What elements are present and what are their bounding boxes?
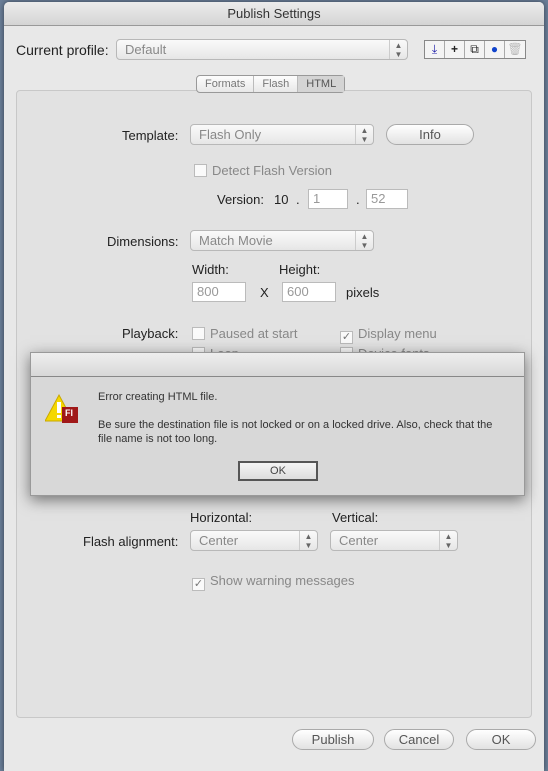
horizontal-label: Horizontal: bbox=[190, 510, 253, 525]
paused-checkbox[interactable]: Paused at start bbox=[192, 326, 297, 341]
current-profile-label: Current profile: bbox=[16, 42, 109, 58]
template-select[interactable]: Flash Only ▲ ▼ bbox=[190, 124, 374, 145]
warning-flash-icon: Fl bbox=[44, 393, 81, 427]
profile-select[interactable]: Default ▲ ▼ bbox=[116, 39, 408, 60]
tab-bar: Formats Flash HTML bbox=[196, 75, 346, 93]
import-export-icon[interactable]: ⤓ bbox=[425, 41, 445, 58]
height-field[interactable]: 600 bbox=[282, 282, 336, 302]
tab-flash[interactable]: Flash bbox=[254, 76, 299, 92]
vertical-label: Vertical: bbox=[332, 510, 379, 525]
trash-icon[interactable]: 🗑 bbox=[505, 41, 525, 58]
error-dialog: Fl Error creating HTML file. Be sure the… bbox=[30, 352, 525, 496]
by-label: X bbox=[260, 285, 269, 300]
detect-flash-label: Detect Flash Version bbox=[212, 163, 332, 178]
show-warnings-label: Show warning messages bbox=[210, 573, 355, 588]
info-button[interactable]: Info bbox=[386, 124, 474, 145]
template-value: Flash Only bbox=[199, 127, 262, 142]
stepper-arrows-icon: ▲ ▼ bbox=[355, 125, 373, 144]
width-field[interactable]: 800 bbox=[192, 282, 246, 302]
flash-badge-text: Fl bbox=[65, 408, 73, 418]
dimensions-select[interactable]: Match Movie ▲ ▼ bbox=[190, 230, 374, 251]
paused-label: Paused at start bbox=[210, 326, 298, 341]
playback-label: Playback: bbox=[122, 326, 179, 341]
publish-button[interactable]: Publish bbox=[292, 729, 374, 750]
dimensions-value: Match Movie bbox=[199, 233, 273, 248]
profile-toolbar: ⤓ + ⧉ ● 🗑 bbox=[424, 40, 526, 59]
display-menu-label: Display menu bbox=[358, 326, 437, 341]
dialog-titlebar bbox=[31, 353, 524, 377]
height-label: Height: bbox=[279, 262, 321, 277]
dot: . bbox=[356, 192, 360, 207]
show-warnings-checkbox[interactable]: ✓ Show warning messages bbox=[192, 573, 355, 591]
version-label: Version: bbox=[217, 192, 264, 207]
info-icon[interactable]: ● bbox=[485, 41, 505, 58]
stepper-arrows-icon: ▲ ▼ bbox=[439, 531, 457, 550]
vertical-value: Center bbox=[339, 533, 379, 548]
width-label: Width: bbox=[192, 262, 229, 277]
detect-flash-checkbox[interactable]: Detect Flash Version bbox=[194, 163, 332, 178]
dialog-message: Be sure the destination file is not lock… bbox=[98, 419, 493, 445]
display-menu-checkbox[interactable]: ✓ Display menu bbox=[340, 326, 437, 344]
flash-alignment-label: Flash alignment: bbox=[83, 534, 179, 549]
dimensions-label: Dimensions: bbox=[107, 234, 179, 249]
dialog-ok-button[interactable]: OK bbox=[238, 461, 318, 481]
window-title: Publish Settings bbox=[4, 2, 544, 26]
ok-button[interactable]: OK bbox=[466, 729, 536, 750]
horizontal-value: Center bbox=[199, 533, 239, 548]
dot: . bbox=[296, 192, 300, 207]
stepper-arrows-icon: ▲ ▼ bbox=[299, 531, 317, 550]
horizontal-alignment-select[interactable]: Center ▲ ▼ bbox=[190, 530, 318, 551]
stepper-arrows-icon: ▲ ▼ bbox=[389, 40, 407, 59]
pixels-label: pixels bbox=[346, 285, 380, 300]
duplicate-icon[interactable]: ⧉ bbox=[465, 41, 485, 58]
cancel-button[interactable]: Cancel bbox=[384, 729, 454, 750]
version-revision-field[interactable]: 52 bbox=[366, 189, 408, 209]
vertical-alignment-select[interactable]: Center ▲ ▼ bbox=[330, 530, 458, 551]
stepper-arrows-icon: ▲ ▼ bbox=[355, 231, 373, 250]
tab-formats[interactable]: Formats bbox=[197, 76, 255, 92]
dialog-title: Error creating HTML file. bbox=[98, 391, 218, 403]
version-major: 10 bbox=[274, 192, 289, 207]
add-icon[interactable]: + bbox=[445, 41, 465, 58]
template-label: Template: bbox=[122, 128, 179, 143]
tab-html[interactable]: HTML bbox=[298, 76, 345, 92]
version-minor-field[interactable]: 1 bbox=[308, 189, 348, 209]
profile-value: Default bbox=[125, 42, 167, 57]
